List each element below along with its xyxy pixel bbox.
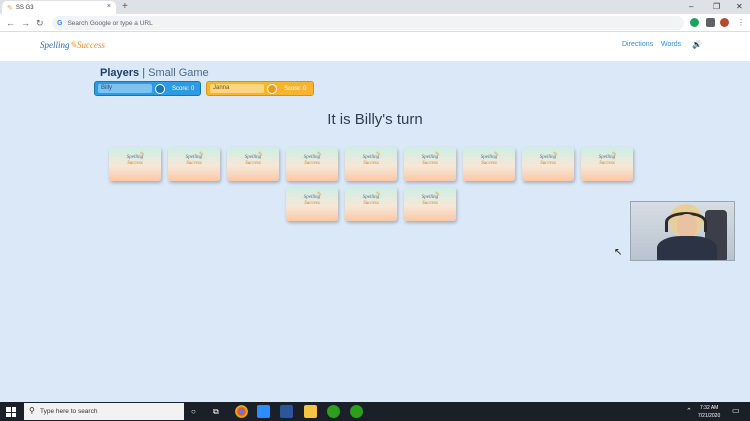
title-separator: | [142, 67, 146, 79]
card-logo-text: Spelling Success [404, 195, 456, 207]
memory-card[interactable]: ✎ Spelling Success [345, 187, 397, 221]
notification-icon[interactable]: ▭ [732, 406, 740, 415]
clock-time: 7:32 AM [700, 405, 719, 411]
card-logo-text: Spelling Success [168, 155, 220, 167]
search-icon: ⚲ [29, 406, 35, 415]
browser-toolbar: ← → ↻ G Search Google or type a URL ⋮ [0, 14, 750, 32]
tab-close-icon[interactable]: × [107, 3, 111, 10]
player-token-icon [155, 84, 165, 94]
profile-avatar[interactable] [720, 18, 729, 27]
spelling-success-logo[interactable]: Spelling✎Success [40, 40, 105, 51]
card-logo-text: Spelling Success [345, 195, 397, 207]
memory-card[interactable]: ✎ Spelling Success [522, 147, 574, 181]
windows-start-icon[interactable] [6, 407, 16, 417]
back-button[interactable]: ← [6, 16, 15, 30]
card-logo-line2: Success [363, 201, 379, 206]
logo-pencil-icon: ✎ [69, 40, 78, 50]
memory-card[interactable]: ✎ Spelling Success [345, 147, 397, 181]
card-logo-text: Spelling Success [522, 155, 574, 167]
card-logo-line2: Success [304, 161, 320, 166]
google-icon: G [57, 19, 63, 27]
memory-card[interactable]: ✎ Spelling Success [404, 147, 456, 181]
card-logo-line2: Success [422, 201, 438, 206]
forward-button[interactable]: → [21, 16, 30, 30]
reload-button[interactable]: ↻ [36, 16, 44, 30]
site-header: Spelling✎Success Directions Words 🔊 [0, 32, 750, 61]
browser-tabstrip: ✎ SS G3 × + – ❐ ✕ [0, 0, 750, 14]
players-title: Players [100, 67, 140, 79]
turn-indicator: It is Billy's turn [327, 111, 423, 128]
card-logo-text: Spelling Success [227, 155, 279, 167]
taskbar: ⚲ Type here to search ○ ⧉ ⌃ 7:32 AM 7/21… [0, 402, 750, 421]
player-card-billy: Billy Score: 0 [94, 81, 201, 96]
card-logo-text: Spelling Success [286, 155, 338, 167]
card-logo-text: Spelling Success [109, 155, 161, 167]
extensions-puzzle-icon[interactable] [706, 18, 715, 27]
close-window-button[interactable]: ✕ [736, 1, 743, 13]
tray-chevron-icon[interactable]: ⌃ [686, 407, 692, 415]
face [677, 214, 697, 238]
players-heading: Players | Small Game [100, 67, 209, 79]
directions-link[interactable]: Directions [622, 41, 653, 48]
quickbooks-icon-2[interactable] [350, 405, 363, 418]
webcam-video [630, 201, 735, 261]
card-logo-text: Spelling Success [463, 155, 515, 167]
player-name: Janna [210, 84, 264, 93]
memory-card[interactable]: ✎ Spelling Success [404, 187, 456, 221]
player-score: Score: 0 [172, 86, 195, 92]
card-logo-text: Spelling Success [286, 195, 338, 207]
memory-card[interactable]: ✎ Spelling Success [227, 147, 279, 181]
game-mode: Small Game [148, 67, 209, 79]
memory-card[interactable]: ✎ Spelling Success [286, 187, 338, 221]
chrome-taskbar-icon[interactable] [235, 405, 248, 418]
logo-text-2: Success [77, 40, 106, 50]
zoom-taskbar-icon[interactable] [257, 405, 270, 418]
words-link[interactable]: Words [661, 41, 681, 48]
memory-card[interactable]: ✎ Spelling Success [168, 147, 220, 181]
speaker-icon[interactable]: 🔊 [692, 40, 702, 49]
new-tab-button[interactable]: + [122, 1, 128, 13]
taskbar-search[interactable]: ⚲ Type here to search [24, 403, 184, 420]
file-explorer-icon[interactable] [304, 405, 317, 418]
card-logo-line2: Success [540, 161, 556, 166]
cortana-icon[interactable]: ○ [191, 405, 196, 418]
game-area: Players | Small Game Billy Score: 0 Jann… [0, 61, 750, 402]
clock-date: 7/21/2020 [698, 413, 721, 419]
card-logo-text: Spelling Success [345, 155, 397, 167]
task-view-icon[interactable]: ⧉ [213, 405, 219, 418]
tab-title: SS G3 [15, 4, 34, 11]
maximize-button[interactable]: ❐ [713, 1, 720, 13]
browser-tab[interactable]: ✎ SS G3 × [2, 1, 116, 14]
memory-card[interactable]: ✎ Spelling Success [463, 147, 515, 181]
quickbooks-icon[interactable] [327, 405, 340, 418]
word-taskbar-icon[interactable] [280, 405, 293, 418]
card-logo-line2: Success [186, 161, 202, 166]
card-logo-line2: Success [127, 161, 143, 166]
card-logo-line2: Success [363, 161, 379, 166]
pencil-favicon-icon: ✎ [7, 4, 13, 12]
minimize-button[interactable]: – [689, 1, 693, 13]
card-logo-line2: Success [481, 161, 497, 166]
card-logo-line2: Success [304, 201, 320, 206]
logo-text: Spelling [40, 40, 70, 50]
card-logo-text: Spelling Success [581, 155, 633, 167]
card-logo-line2: Success [422, 161, 438, 166]
card-logo-line2: Success [599, 161, 615, 166]
person-body [657, 236, 717, 260]
player-token-icon [267, 84, 277, 94]
player-card-janna: Janna Score: 0 [206, 81, 314, 96]
memory-card[interactable]: ✎ Spelling Success [109, 147, 161, 181]
grammarly-extension-icon[interactable] [690, 18, 699, 27]
card-logo-line2: Success [245, 161, 261, 166]
player-name: Billy [98, 84, 152, 93]
mouse-cursor-icon: ↖ [614, 247, 623, 258]
card-logo-text: Spelling Success [404, 155, 456, 167]
address-bar[interactable]: G Search Google or type a URL [52, 16, 684, 30]
chrome-menu-icon[interactable]: ⋮ [737, 16, 745, 30]
memory-card[interactable]: ✎ Spelling Success [581, 147, 633, 181]
taskbar-search-placeholder: Type here to search [40, 408, 98, 415]
memory-card[interactable]: ✎ Spelling Success [286, 147, 338, 181]
player-score: Score: 0 [284, 86, 307, 92]
address-placeholder: Search Google or type a URL [67, 19, 153, 27]
